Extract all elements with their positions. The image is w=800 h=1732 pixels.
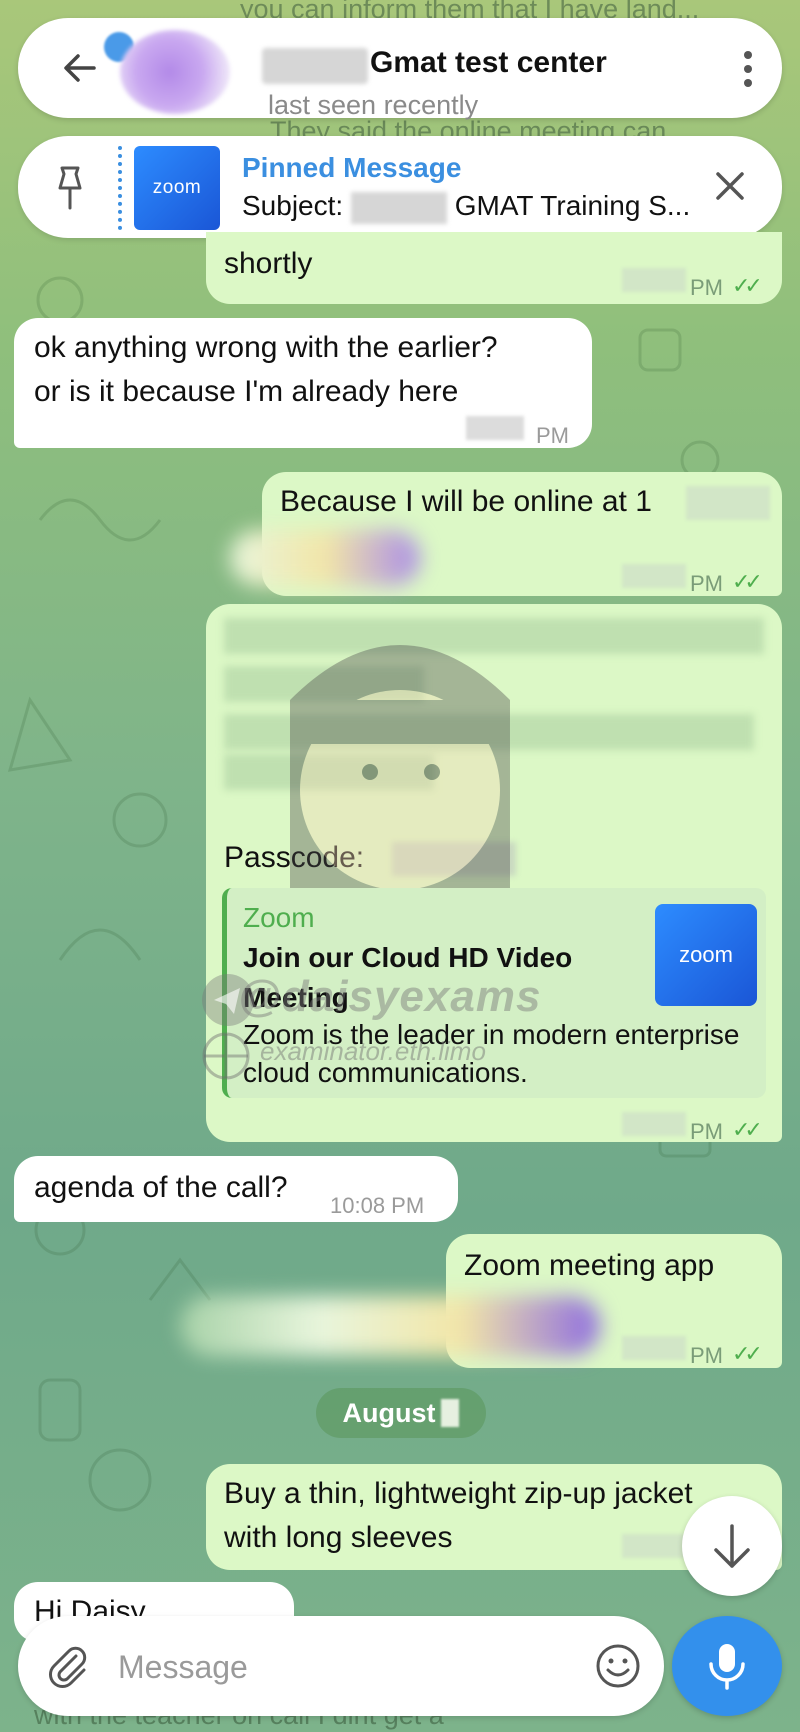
message-bubble-incoming[interactable]: ok anything wrong with the earlier? or i… [14,318,592,448]
redacted-time [622,1336,686,1360]
message-time: 10:08 PM [330,1193,425,1218]
pinned-subject-suffix: GMAT Training S... [454,190,691,221]
date-separator: August [316,1388,486,1438]
pinned-indicator-bar [118,146,122,230]
redacted-name [262,48,368,84]
scroll-to-bottom-button[interactable] [682,1496,782,1596]
read-check-icon: ✓✓ [732,273,763,298]
redacted-passcode [392,842,516,876]
message-text-line-2: or is it because I'm already here [34,375,459,408]
close-icon[interactable] [708,164,752,208]
redacted-text [350,191,447,224]
link-preview-site: Zoom [243,902,315,933]
redacted-emoji-blur [180,1296,600,1356]
pinned-message-bar[interactable]: zoom Pinned Message Subject: GMAT Traini… [18,136,782,238]
pinned-subject-prefix: Subject: [242,190,344,221]
passcode-label: Passcode: [224,841,365,874]
pinned-subject: Subject: GMAT Training S... [242,190,690,224]
pin-icon [58,166,82,210]
message-text-line-1: ok anything wrong with the earlier? [34,331,498,364]
message-input[interactable] [118,1642,498,1692]
chat-header: Gmat test center last seen recently [18,18,782,120]
redacted-time [622,1112,686,1136]
microphone-icon [709,1644,745,1690]
more-options-icon[interactable] [728,48,768,90]
message-text: Because I will be online at 1 [280,485,652,518]
redacted-time [466,416,524,440]
message-text: shortly [224,247,313,280]
message-time: PM [690,571,723,596]
voice-record-button[interactable] [672,1616,782,1716]
avatar[interactable] [120,30,230,114]
message-text-line-1: Buy a thin, lightweight zip-up jacket [224,1477,693,1510]
message-time: PM [690,1343,723,1368]
watermark-handle: @daisyexams [238,972,542,1021]
message-time: PM [536,423,569,448]
read-check-icon: ✓✓ [732,1117,763,1142]
pinned-zoom-thumbnail: zoom [134,146,220,230]
emoji-icon[interactable] [594,1642,642,1690]
watermark-site: examinator.eth.limo [260,1036,486,1066]
message-text: agenda of the call? [34,1171,288,1204]
date-separator-label: August [342,1397,436,1428]
arrow-down-icon [714,1524,750,1568]
pinned-title: Pinned Message [242,152,462,183]
chat-title[interactable]: Gmat test center [370,46,607,80]
chat-status: last seen recently [268,90,479,120]
redacted-time [622,564,686,588]
attach-paperclip-icon[interactable] [44,1642,90,1690]
redacted-time [622,268,686,292]
message-time: PM [690,1119,723,1144]
message-time: PM [690,275,723,300]
redacted-time [622,1534,686,1558]
message-text-line-2: with long sleeves [224,1521,453,1554]
read-check-icon: ✓✓ [732,569,763,594]
redacted-link-line [224,618,764,654]
redacted-text [686,486,770,520]
redacted-link-line [224,666,424,702]
redacted-emoji-blur [230,530,420,586]
redacted-link-line [224,714,754,750]
redacted-link-line [224,754,434,790]
link-preview-thumbnail: zoom [655,904,757,1006]
message-bubble-incoming[interactable]: agenda of the call? 10:08 PM [14,1156,458,1222]
message-text: Zoom meeting app [464,1249,715,1282]
message-bubble-outgoing[interactable]: shortly PM ✓✓ [206,232,782,304]
read-check-icon: ✓✓ [732,1341,763,1366]
message-composer [18,1616,664,1716]
back-arrow-icon[interactable] [60,48,100,88]
